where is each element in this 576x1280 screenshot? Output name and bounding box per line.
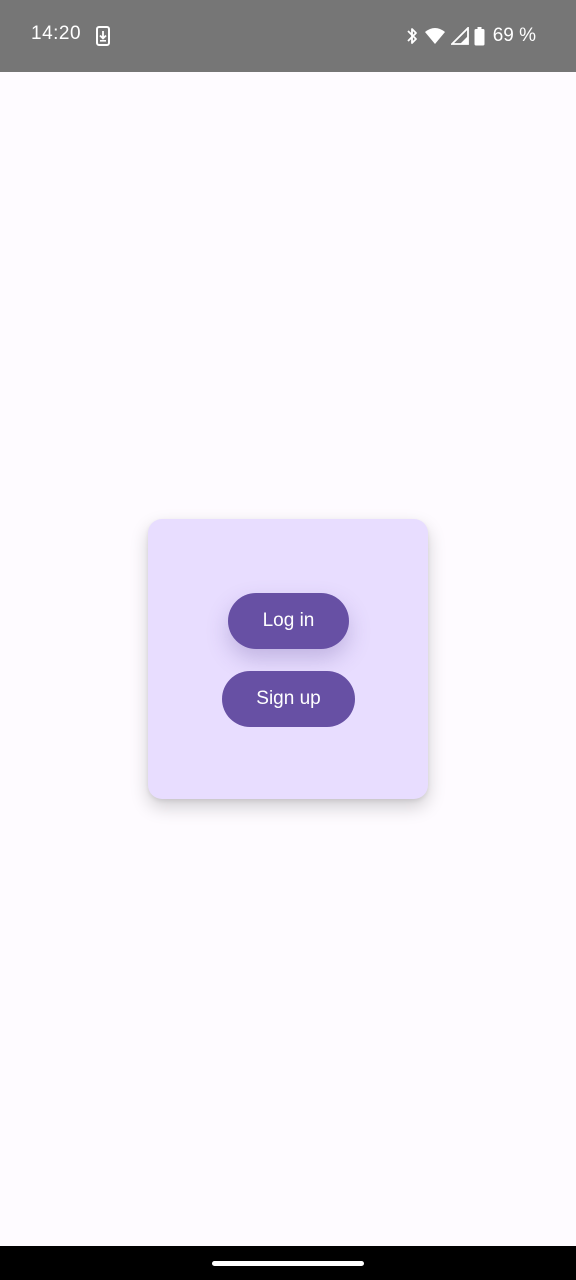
home-handle[interactable] <box>212 1261 364 1266</box>
wifi-icon <box>424 27 446 45</box>
battery-icon <box>474 26 485 46</box>
bluetooth-icon <box>405 26 419 46</box>
navigation-bar <box>0 1246 576 1280</box>
signup-button[interactable]: Sign up <box>222 671 355 727</box>
cell-signal-icon <box>450 27 469 45</box>
download-icon <box>95 26 111 46</box>
status-time: 14:20 <box>31 23 82 44</box>
status-icons: 69 % <box>405 24 536 48</box>
status-bar: 14:20 69 % <box>0 0 576 72</box>
login-button[interactable]: Log in <box>228 593 349 649</box>
battery-percentage: 69 % <box>492 25 536 46</box>
auth-card: Log in Sign up <box>148 519 428 799</box>
